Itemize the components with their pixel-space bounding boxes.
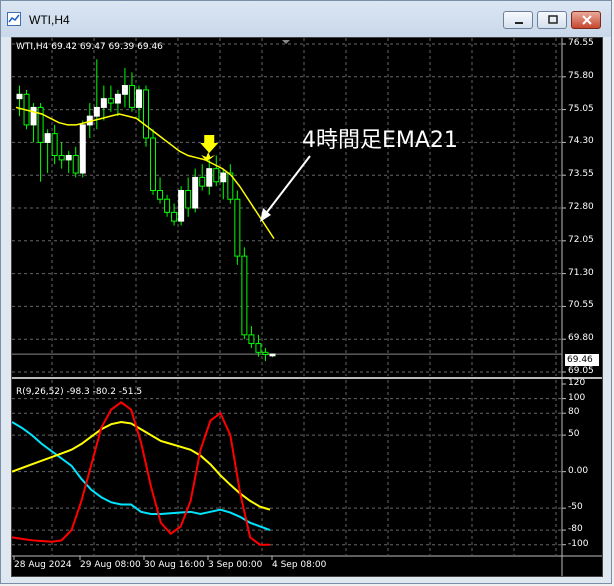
current-price-tag: 69.46 [565,354,599,366]
ema-annotation: 4時間足EMA21 [302,128,458,153]
candle-body [16,93,23,100]
indicator-y-label: 0.00 [568,465,589,476]
candle-body [107,98,114,104]
price-y-label: 72.80 [568,202,594,212]
candle-body [164,198,171,213]
candle-body [241,255,248,336]
candle-body [51,133,58,157]
candle-body [248,334,255,345]
candle-body [199,176,206,187]
candle-body [79,124,86,174]
price-y-label: 75.80 [568,70,594,81]
candle-body [234,198,241,257]
price-y-label: 73.55 [568,169,594,180]
candle-body [171,211,178,222]
maximize-icon [548,15,558,24]
candle-body [65,155,72,161]
candle-body [150,137,157,192]
candle-body [114,93,121,104]
price-y-label: 69.80 [568,333,594,344]
indicator-fast-line [11,401,270,546]
candle-body [72,155,79,174]
candle-body [58,155,65,161]
indicator-y-label: 120 [568,378,586,388]
candle-body [30,106,37,126]
candle-body [262,351,269,356]
price-y-label: 75.05 [568,103,594,114]
scroll-marker-icon [282,40,290,44]
candle-body [143,89,149,139]
indicator-y-label: 100 [568,392,586,403]
minimize-button[interactable] [503,11,533,29]
annotation-arrow-shaft [263,155,311,217]
candle-body [157,190,164,200]
time-x-label: 29 Aug 08:00 [80,560,141,570]
indicator-y-label: 50 [568,429,580,440]
price-y-label: 76.55 [568,38,594,48]
maximize-button[interactable] [537,11,567,29]
time-x-label: 3 Sep 00:00 [208,560,263,570]
price-y-label: 72.05 [568,234,594,245]
chart-app-icon [7,12,21,26]
price-panel-header: WTI,H4 69.42 69.47 69.39 69.46 [16,42,163,52]
chart-canvas[interactable] [11,38,602,576]
candle-body [93,106,100,117]
indicator-panel-header: R(9,26,52) -98.3 -80.2 -51.5 [16,387,143,397]
price-y-label: 71.30 [568,267,594,278]
candle-body [269,353,276,357]
title-bar[interactable]: WTI,H4 [1,1,611,37]
candle-body [178,190,185,222]
candle-body [44,133,51,143]
price-y-label: 69.05 [568,366,594,376]
indicator-y-label: -80 [568,524,583,535]
close-button[interactable] [571,11,601,29]
candle-body [255,343,262,353]
window-title: WTI,H4 [29,13,70,27]
sell-signal-arrow-icon [200,134,219,153]
indicator-y-label: 80 [568,407,580,418]
price-y-label: 74.30 [568,136,594,147]
price-y-label: 70.55 [568,300,594,311]
chart-window: WTI,H4 WTI,H4 69.42 69.47 69.39 69.46 R(… [0,0,612,584]
candle-body [192,176,199,209]
minimize-icon [515,22,523,24]
chart-area[interactable]: WTI,H4 69.42 69.47 69.39 69.46 R(9,26,52… [11,37,603,577]
candle-body [206,168,213,187]
candle-body [185,190,192,209]
candle-body [135,89,142,108]
candle-body [213,168,220,183]
time-x-label: 4 Sep 08:00 [272,560,327,570]
indicator-y-label: -50 [568,502,583,513]
close-icon [582,15,592,25]
indicator-y-label: -100 [568,538,589,549]
time-x-label: 28 Aug 2024 [14,560,72,570]
candle-body [121,85,128,95]
time-x-label: 30 Aug 16:00 [144,560,205,570]
candle-body [128,85,135,108]
candle-body [100,98,107,108]
candle-body [220,172,227,183]
